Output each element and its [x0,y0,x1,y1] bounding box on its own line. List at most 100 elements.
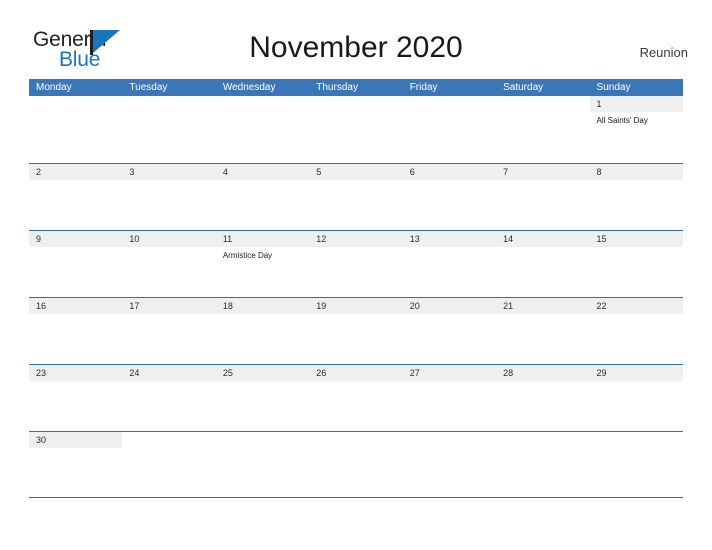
day-cell[interactable]: 8 [589,164,683,230]
day-number-band: 17 [122,298,216,314]
day-number-band: 30 [29,432,123,448]
day-number: 6 [409,167,415,177]
day-cell-empty [589,432,683,497]
day-number: 30 [36,435,47,445]
day-number: 13 [409,234,420,244]
day-cell[interactable]: 4 [215,164,310,230]
day-cell[interactable]: 14 [496,231,590,297]
day-cell[interactable]: 28 [496,365,590,431]
page-title: November 2020 [249,31,463,64]
day-number-band: 1 [589,96,683,112]
day-number: 25 [222,368,233,378]
day-number-band: 5 [309,164,403,180]
calendar-weeks: 1 All Saints' Day 2 3 4 5 6 7 8 9 10 11 Armistice Da… [29,96,683,498]
day-cell[interactable]: 16 [29,298,123,364]
day-cell-empty [215,432,310,497]
day-number-band: 23 [29,365,123,381]
day-number-band [402,96,497,112]
day-number: 4 [222,167,228,177]
weekday-header-tuesday: Tuesday [129,82,168,93]
day-number: 21 [503,301,514,311]
calendar-week-row: 23 24 25 26 27 28 29 [29,364,683,431]
day-number-band [215,96,310,112]
day-cell[interactable]: 20 [402,298,497,364]
weekday-header-friday: Friday [409,82,438,93]
day-cell[interactable]: 3 [122,164,216,230]
day-cell[interactable]: 5 [309,164,403,230]
day-cell[interactable]: 12 [309,231,403,297]
day-cell[interactable]: 17 [122,298,216,364]
holiday-event-label: All Saints' Day [596,116,648,125]
day-number: 7 [503,167,509,177]
day-number-band: 18 [215,298,310,314]
day-number: 29 [596,368,607,378]
day-cell-empty [215,96,310,163]
day-cell[interactable]: 21 [496,298,590,364]
day-cell[interactable]: 23 [29,365,123,431]
day-cell[interactable]: 18 [215,298,310,364]
day-cell[interactable]: 29 [589,365,683,431]
day-number-band [122,432,216,448]
calendar-week-row: 30 [29,431,683,498]
calendar-week-row: 2 3 4 5 6 7 8 [29,163,683,230]
day-cell[interactable]: 27 [402,365,497,431]
day-number: 24 [129,368,140,378]
day-number: 9 [36,234,42,244]
day-cell[interactable]: 2 [29,164,123,230]
day-number: 14 [503,234,514,244]
day-number-band [496,96,590,112]
day-cell-empty [309,96,403,163]
day-number: 5 [316,167,322,177]
day-number: 28 [503,368,514,378]
day-cell[interactable]: 10 [122,231,216,297]
day-cell-empty [496,432,590,497]
day-number: 8 [596,167,602,177]
day-number-band: 10 [122,231,216,247]
day-cell-empty [402,432,497,497]
day-cell-empty [496,96,590,163]
day-number-band: 9 [29,231,123,247]
day-cell-empty [309,432,403,497]
day-cell-empty [122,96,216,163]
day-cell[interactable]: 7 [496,164,590,230]
calendar-week-row: 9 10 11 Armistice Day 12 13 14 15 [29,230,683,297]
day-number: 2 [36,167,42,177]
day-number-band: 16 [29,298,123,314]
weekday-header-row: Monday Tuesday Wednesday Thursday Friday Satu… [29,79,683,96]
day-number: 27 [409,368,420,378]
day-number-band [589,432,683,448]
day-cell[interactable]: 26 [309,365,403,431]
weekday-header-thursday: Thursday [316,82,358,93]
day-number-band: 2 [29,164,123,180]
day-number: 11 [222,234,233,244]
day-number: 26 [316,368,327,378]
day-cell[interactable]: 1 All Saints' Day [589,96,683,163]
day-cell[interactable]: 25 [215,365,310,431]
day-number-band: 20 [402,298,497,314]
day-number-band [496,432,590,448]
day-number-band: 25 [215,365,310,381]
day-number-band: 13 [402,231,497,247]
day-number: 1 [596,99,602,109]
day-number-band: 21 [496,298,590,314]
day-cell[interactable]: 19 [309,298,403,364]
day-number-band: 28 [496,365,590,381]
day-cell[interactable]: 24 [122,365,216,431]
day-number-band [309,432,403,448]
weekday-header-monday: Monday [36,82,72,93]
day-cell[interactable]: 6 [402,164,497,230]
day-number-band [309,96,403,112]
weekday-header-wednesday: Wednesday [222,82,276,93]
day-cell[interactable]: 15 [589,231,683,297]
day-number-band: 14 [496,231,590,247]
day-cell[interactable]: 9 [29,231,123,297]
day-number-band [215,432,310,448]
day-cell[interactable]: 13 [402,231,497,297]
day-cell[interactable]: 30 [29,432,123,497]
day-number: 23 [36,368,47,378]
day-cell-empty [122,432,216,497]
day-number-band: 12 [309,231,403,247]
day-cell-empty [29,96,123,163]
day-cell[interactable]: 22 [589,298,683,364]
day-cell[interactable]: 11 Armistice Day [215,231,310,297]
